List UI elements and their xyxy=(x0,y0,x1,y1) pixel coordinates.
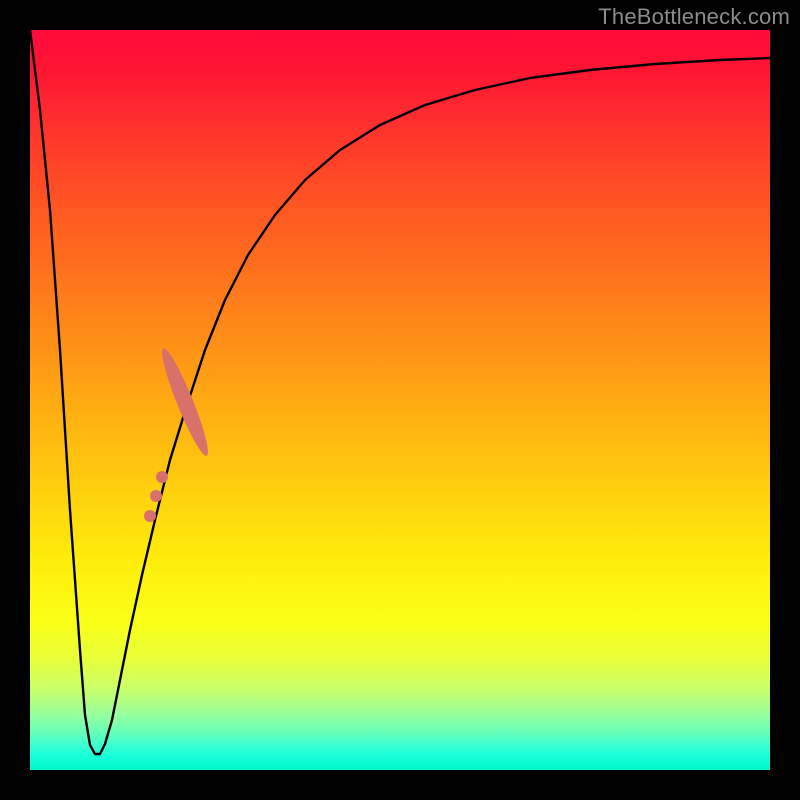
bottleneck-curve xyxy=(30,30,770,754)
chart-frame: TheBottleneck.com xyxy=(0,0,800,800)
dot-2 xyxy=(150,490,162,502)
dot-3 xyxy=(144,510,156,522)
watermark-text: TheBottleneck.com xyxy=(598,4,790,30)
plot-area xyxy=(30,30,770,770)
curve-layer xyxy=(30,30,770,770)
dot-1 xyxy=(156,471,168,483)
capsule-main xyxy=(156,345,214,459)
